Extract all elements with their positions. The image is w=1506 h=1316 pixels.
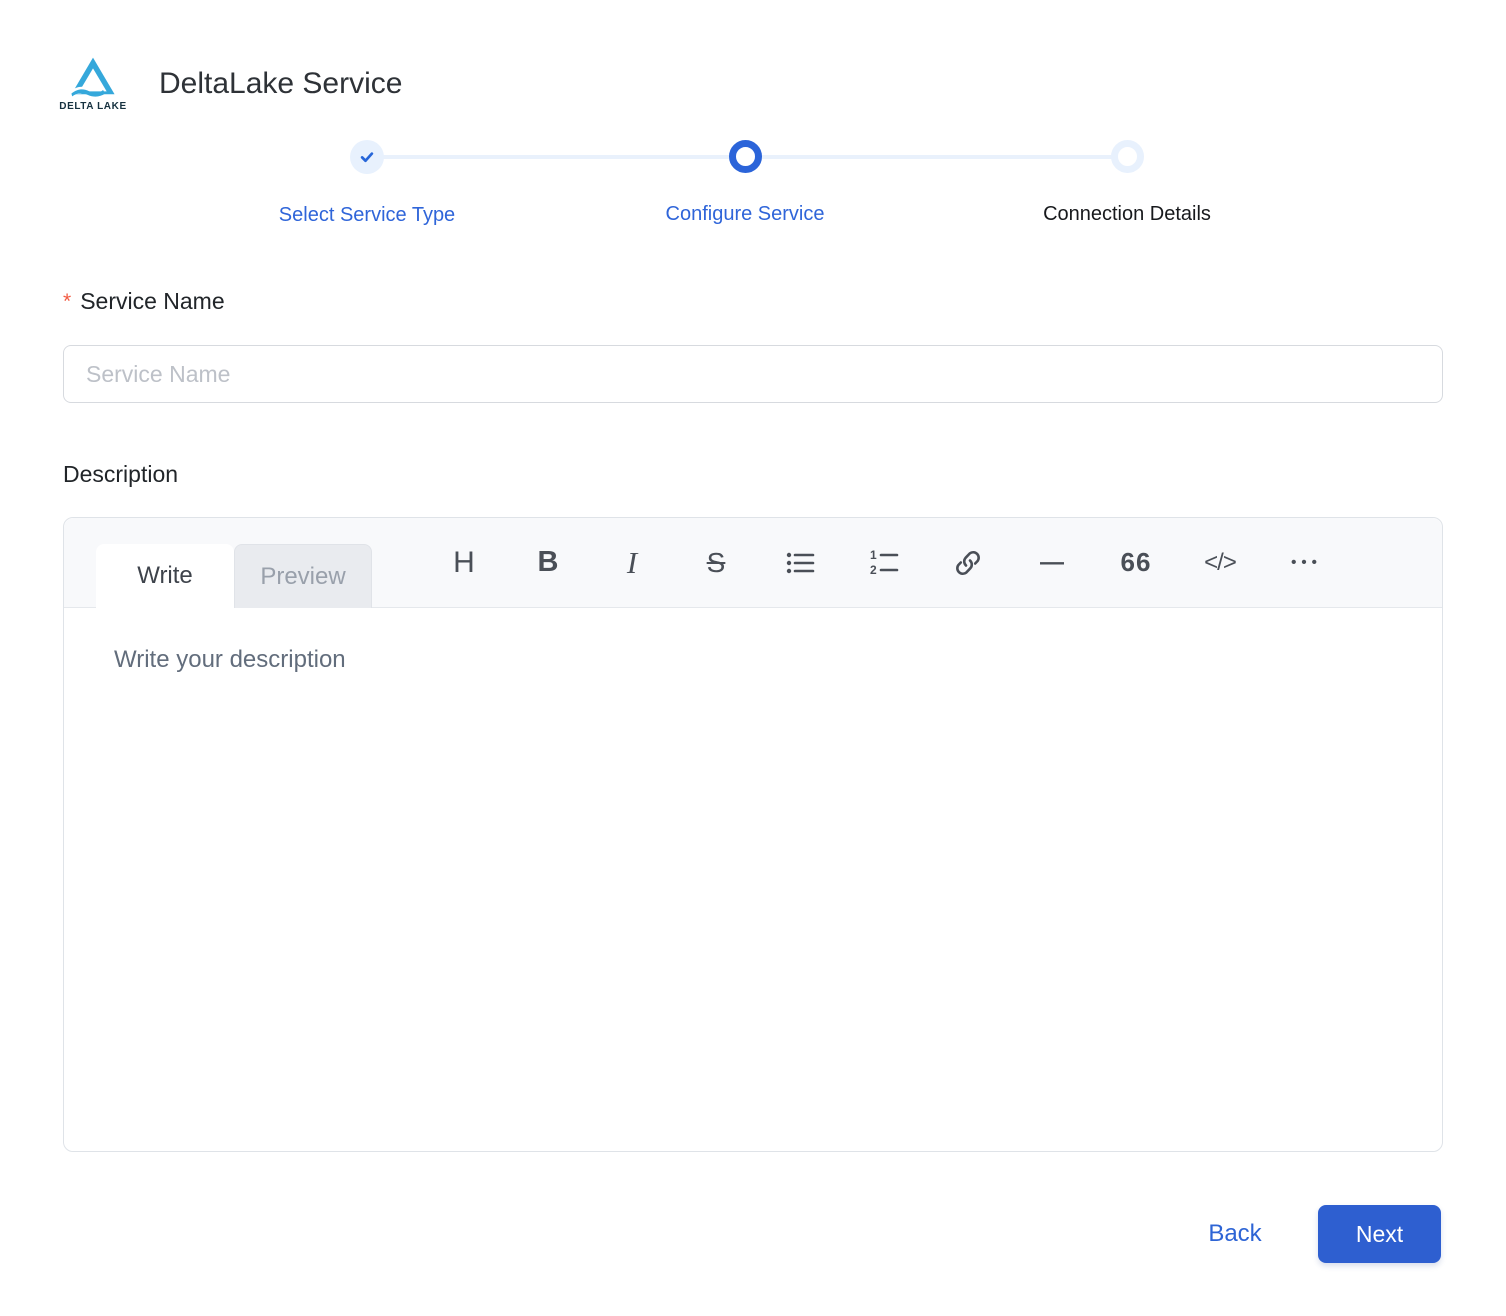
step-label: Connection Details xyxy=(1043,201,1211,227)
description-editor: Write Preview H B I S xyxy=(63,517,1443,1152)
editor-toolbar: Write Preview H B I S xyxy=(64,518,1442,608)
step-label: Select Service Type xyxy=(279,202,455,228)
description-label: Description xyxy=(63,461,178,488)
code-icon[interactable]: </> xyxy=(1178,533,1262,593)
delta-lake-icon xyxy=(70,56,116,98)
bold-icon[interactable]: B xyxy=(506,533,590,593)
heading-icon[interactable]: H xyxy=(422,533,506,593)
link-icon[interactable] xyxy=(926,533,1010,593)
service-name-label-text: Service Name xyxy=(80,288,224,314)
step-active-indicator xyxy=(729,140,762,173)
strikethrough-icon[interactable]: S xyxy=(674,533,758,593)
description-textarea[interactable] xyxy=(64,608,1442,1151)
logo-label: DELTA LAKE xyxy=(59,101,126,112)
horizontal-rule-icon[interactable]: — xyxy=(1010,533,1094,593)
back-button[interactable]: Back xyxy=(1172,1206,1298,1262)
step-pending-indicator xyxy=(1111,140,1144,173)
header: DELTA LAKE DeltaLake Service xyxy=(57,56,402,112)
tab-preview[interactable]: Preview xyxy=(234,544,372,608)
editor-tabs: Write Preview xyxy=(96,544,372,608)
service-name-label: * Service Name xyxy=(63,288,225,315)
more-icon[interactable]: ••• xyxy=(1262,533,1346,593)
stepper: Select Service Type Configure Service Co… xyxy=(0,140,1506,250)
service-logo: DELTA LAKE xyxy=(57,56,129,112)
ordered-list-icon[interactable]: 1 2 xyxy=(842,533,926,593)
check-icon xyxy=(358,148,376,166)
service-name-input[interactable] xyxy=(63,345,1443,403)
quote-icon[interactable]: 66 xyxy=(1094,533,1178,593)
required-asterisk: * xyxy=(63,290,71,313)
step-label: Configure Service xyxy=(666,201,825,227)
step-configure-service: Configure Service xyxy=(545,140,945,227)
configure-service-page: DELTA LAKE DeltaLake Service Select Serv… xyxy=(0,0,1506,1316)
svg-text:2: 2 xyxy=(870,563,877,577)
step-completed-indicator xyxy=(350,140,384,174)
editor-tools: H B I S 1 2 xyxy=(422,518,1346,607)
step-connection-details: Connection Details xyxy=(927,140,1327,227)
next-button[interactable]: Next xyxy=(1318,1205,1441,1263)
page-title: DeltaLake Service xyxy=(159,67,402,101)
italic-icon[interactable]: I xyxy=(590,533,674,593)
svg-text:1: 1 xyxy=(870,548,877,562)
step-select-service-type: Select Service Type xyxy=(167,140,567,228)
unordered-list-icon[interactable] xyxy=(758,533,842,593)
tab-write[interactable]: Write xyxy=(96,544,234,608)
